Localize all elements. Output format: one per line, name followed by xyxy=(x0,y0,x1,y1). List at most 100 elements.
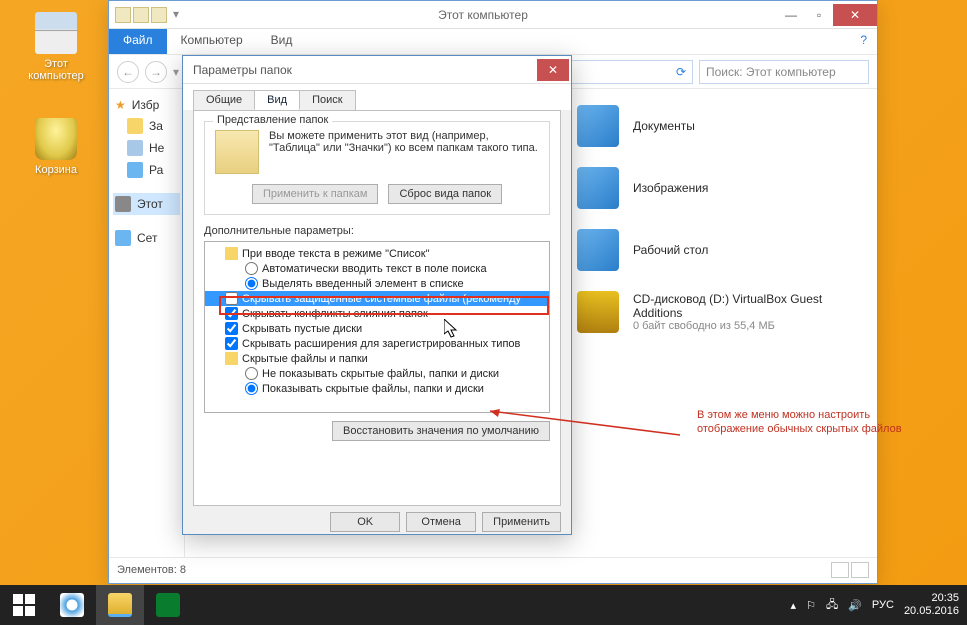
tab-general[interactable]: Общие xyxy=(193,90,255,110)
forward-button[interactable]: → xyxy=(145,61,167,83)
folder-icon xyxy=(225,352,238,365)
close-button[interactable]: ✕ xyxy=(833,4,877,26)
desktop-icon-pc[interactable]: Этот компьютер xyxy=(18,12,94,82)
qat-icon[interactable] xyxy=(151,7,167,23)
dialog-title: Параметры папок xyxy=(193,63,292,77)
sidebar-item-favorites[interactable]: ★Избр xyxy=(113,95,180,115)
tree-item[interactable]: Скрывать конфликты слияния папок xyxy=(205,306,549,321)
windows-icon xyxy=(13,594,35,616)
view-details-icon[interactable] xyxy=(831,562,849,578)
tree-item[interactable]: Скрывать расширения для зарегистрированн… xyxy=(205,336,549,351)
store-icon xyxy=(156,593,180,617)
radio[interactable] xyxy=(245,277,258,290)
view-large-icon[interactable] xyxy=(851,562,869,578)
tree-item: Скрытые файлы и папки xyxy=(205,351,549,366)
tray-clock[interactable]: 20:35 20.05.2016 xyxy=(904,592,959,618)
chevron-down-icon[interactable]: ▾ xyxy=(169,7,183,23)
item-label: Рабочий стол xyxy=(633,243,708,257)
radio[interactable] xyxy=(245,382,258,395)
ribbon-tab-file[interactable]: Файл xyxy=(109,29,167,54)
apply-to-folders-button[interactable]: Применить к папкам xyxy=(252,184,379,204)
maximize-button[interactable]: ▫ xyxy=(805,4,833,26)
cancel-button[interactable]: Отмена xyxy=(406,512,476,532)
desktop-icon-label: Этот компьютер xyxy=(18,58,94,82)
checkbox[interactable] xyxy=(225,337,238,350)
help-icon[interactable]: ? xyxy=(850,29,877,54)
tree-item[interactable]: Показывать скрытые файлы, папки и диски xyxy=(205,381,549,396)
sidebar-item-thispc[interactable]: Этот xyxy=(113,193,180,215)
tree-item[interactable]: Скрывать пустые диски xyxy=(205,321,549,336)
tray-flag-icon[interactable]: ⚐ xyxy=(806,599,816,612)
group-label: Представление папок xyxy=(213,114,332,126)
dialog-titlebar: Параметры папок ✕ xyxy=(183,56,571,84)
checkbox[interactable] xyxy=(225,307,238,320)
search-placeholder: Поиск: Этот компьютер xyxy=(706,65,836,79)
tree-item[interactable]: Не показывать скрытые файлы, папки и дис… xyxy=(205,366,549,381)
folder-icon xyxy=(225,247,238,260)
tree-item[interactable]: Автоматически вводить текст в поле поиск… xyxy=(205,261,549,276)
ribbon: Файл Компьютер Вид ? xyxy=(109,29,877,55)
advanced-label: Дополнительные параметры: xyxy=(204,225,550,237)
reset-folders-button[interactable]: Сброс вида папок xyxy=(388,184,502,204)
annotation-text: В этом же меню можно настроить отображен… xyxy=(697,408,927,437)
tree-item[interactable]: Выделять введенный элемент в списке xyxy=(205,276,549,291)
refresh-icon[interactable]: ⟳ xyxy=(676,65,686,79)
list-item[interactable]: Изображения xyxy=(577,161,857,223)
restore-defaults-button[interactable]: Восстановить значения по умолчанию xyxy=(332,421,550,441)
list-item[interactable]: CD-дисковод (D:) VirtualBox Guest Additi… xyxy=(577,285,857,347)
folder-view-icon xyxy=(215,130,259,174)
radio[interactable] xyxy=(245,367,258,380)
desktop-icon-label: Корзина xyxy=(18,164,94,176)
back-button[interactable]: ← xyxy=(117,61,139,83)
ribbon-tab-view[interactable]: Вид xyxy=(257,29,307,54)
tray-volume-icon[interactable]: 🔊 xyxy=(848,599,862,612)
folder-icon xyxy=(577,105,619,147)
folder-icon xyxy=(577,167,619,209)
sidebar-item-downloads[interactable]: За xyxy=(113,115,180,137)
disc-icon xyxy=(577,291,619,333)
chevron-down-icon[interactable]: ▾ xyxy=(173,65,179,79)
tree-item: При вводе текста в режиме "Список" xyxy=(205,246,549,261)
minimize-button[interactable]: — xyxy=(777,4,805,26)
sidebar: ★Избр За Не Ра Этот Сет xyxy=(109,89,185,557)
item-sublabel: 0 байт свободно из 55,4 МБ xyxy=(633,320,853,332)
taskbar-store[interactable] xyxy=(144,585,192,625)
sidebar-item-network[interactable]: Сет xyxy=(113,227,180,249)
tray-chevron-icon[interactable]: ▴ xyxy=(791,599,797,612)
sidebar-item-desktop[interactable]: Ра xyxy=(113,159,180,181)
taskbar-ie[interactable] xyxy=(48,585,96,625)
desktop-icon-bin[interactable]: Корзина xyxy=(18,118,94,176)
tray-network-icon[interactable]: 🖧 xyxy=(826,596,838,615)
apply-button[interactable]: Применить xyxy=(482,512,561,532)
ribbon-tab-computer[interactable]: Компьютер xyxy=(167,29,257,54)
item-label: CD-дисковод (D:) VirtualBox Guest Additi… xyxy=(633,292,853,320)
radio[interactable] xyxy=(245,262,258,275)
advanced-settings-tree[interactable]: При вводе текста в режиме "Список" Автом… xyxy=(204,241,550,413)
titlebar: ▾ Этот компьютер — ▫ ✕ xyxy=(109,1,877,29)
tab-search[interactable]: Поиск xyxy=(299,90,355,110)
checkbox[interactable] xyxy=(225,292,238,305)
start-button[interactable] xyxy=(0,585,48,625)
checkbox[interactable] xyxy=(225,322,238,335)
qat-icon[interactable] xyxy=(133,7,149,23)
tab-view[interactable]: Вид xyxy=(254,90,300,110)
explorer-icon xyxy=(108,593,132,617)
ok-button[interactable]: OK xyxy=(330,512,400,532)
folder-options-dialog: Параметры папок ✕ Общие Вид Поиск Предст… xyxy=(182,55,572,535)
ie-icon xyxy=(60,593,84,617)
sidebar-item-recent[interactable]: Не xyxy=(113,137,180,159)
list-item[interactable]: Документы xyxy=(577,99,857,161)
group-desc: Вы можете применить этот вид (например, … xyxy=(269,130,539,174)
taskbar: ▴ ⚐ 🖧 🔊 РУС 20:35 20.05.2016 xyxy=(0,585,967,625)
search-input[interactable]: Поиск: Этот компьютер xyxy=(699,60,869,84)
list-item[interactable]: Рабочий стол xyxy=(577,223,857,285)
folder-icon xyxy=(115,7,131,23)
tree-item-hide-protected[interactable]: Скрывать защищенные системные файлы (рек… xyxy=(205,291,549,306)
close-button[interactable]: ✕ xyxy=(537,59,569,81)
tray-lang[interactable]: РУС xyxy=(872,599,894,611)
bin-icon xyxy=(35,118,77,160)
status-bar: Элементов: 8 xyxy=(109,557,877,581)
taskbar-explorer[interactable] xyxy=(96,585,144,625)
item-label: Изображения xyxy=(633,181,708,195)
window-title: Этот компьютер xyxy=(189,8,777,22)
